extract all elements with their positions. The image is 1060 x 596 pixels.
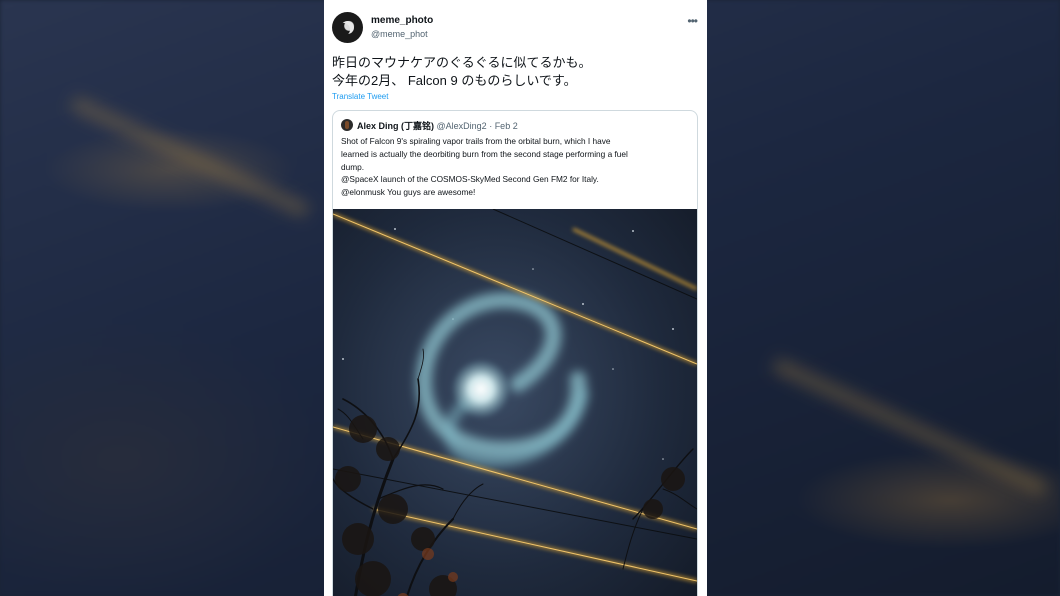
quoted-header: Alex Ding (丁嘉铭) @AlexDing2 · Feb 2 [357,119,518,132]
avatar[interactable] [332,12,363,43]
user-handle[interactable]: @meme_phot [371,29,428,39]
more-horizontal-icon[interactable]: ••• [687,14,698,28]
quoted-text-line: @elonmusk You guys are awesome! [341,187,476,198]
translate-tweet-link[interactable]: Translate Tweet [332,92,388,101]
tweet-text: 昨日のマウナケアのぐるぐるに似てるかも。 今年の2月、 Falcon 9 のもの… [332,54,692,90]
display-name[interactable]: meme_photo [371,15,433,26]
tweet-text-line: 今年の2月、 Falcon 9 のものらしいです。 [332,73,577,88]
quoted-text-line: Shot of Falcon 9's spiraling vapor trail… [341,136,611,146]
quoted-text: Shot of Falcon 9's spiraling vapor trail… [341,135,691,199]
quoted-handle-date: @AlexDing2 · Feb 2 [436,121,518,131]
quoted-text-line: @SpaceX launch of the COSMOS-SkyMed Seco… [341,174,599,185]
moon-icon [341,21,354,34]
tweet-header: meme_photo @meme_phot ••• [332,12,698,44]
tweet-text-line: 昨日のマウナケアのぐるぐるに似てるかも。 [332,55,592,70]
spiral-night-sky-photo[interactable] [333,209,697,596]
quoted-tweet[interactable]: Alex Ding (丁嘉铭) @AlexDing2 · Feb 2 Shot … [332,110,698,596]
tweet-card: meme_photo @meme_phot ••• 昨日のマウナケアのぐるぐるに… [324,0,707,596]
quoted-text-line: dump. [341,161,365,172]
quoted-display-name[interactable]: Alex Ding (丁嘉铭) [357,121,434,131]
quoted-avatar[interactable] [341,119,353,131]
quoted-text-line: learned is actually the deorbiting burn … [341,148,628,159]
